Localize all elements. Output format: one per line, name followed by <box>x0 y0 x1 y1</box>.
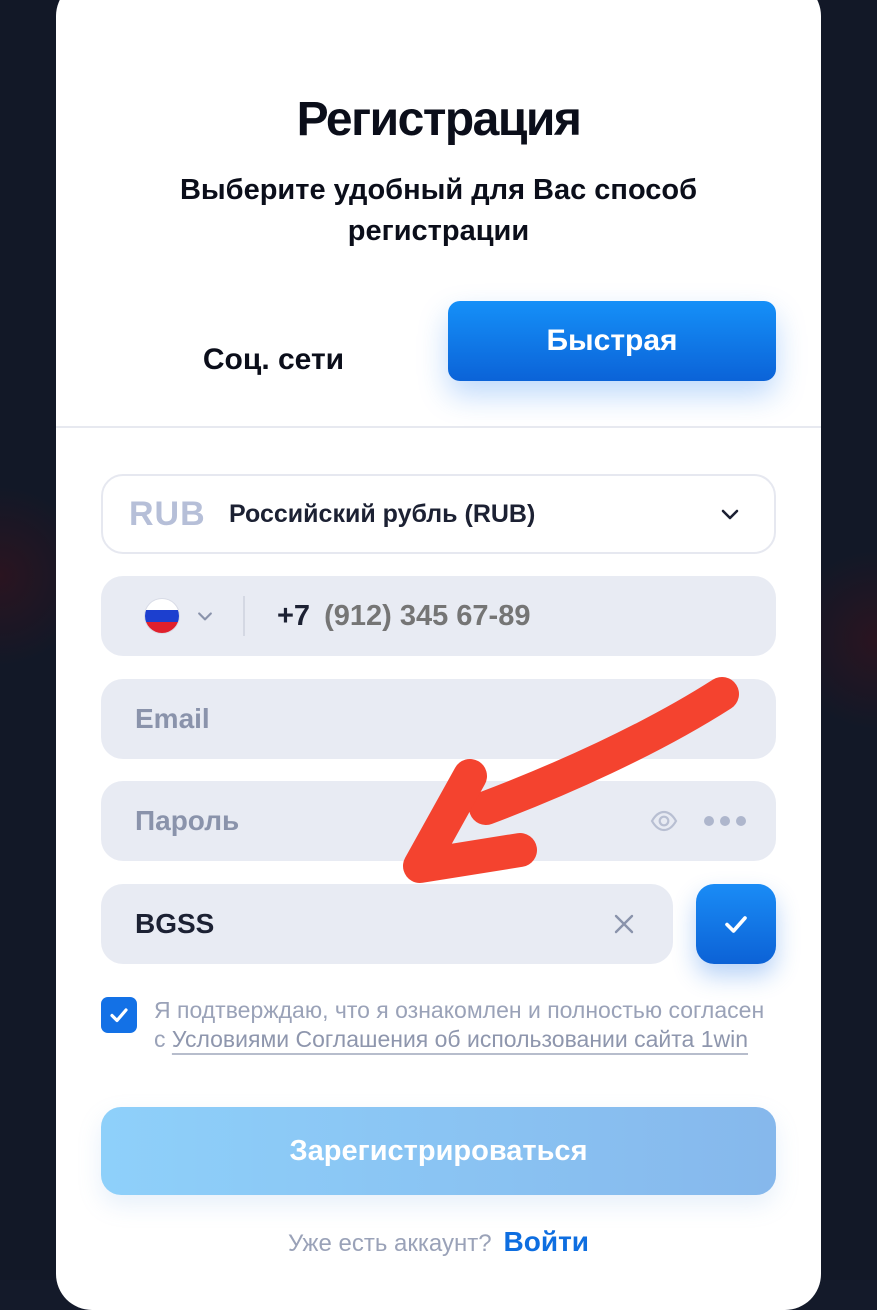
more-icon[interactable] <box>704 816 746 826</box>
chevron-down-icon <box>721 509 739 520</box>
page-subtitle: Выберите удобный для Вас способ регистра… <box>179 174 698 247</box>
tab-social[interactable]: Соц. сети <box>176 321 371 399</box>
promo-apply-button[interactable] <box>696 884 776 964</box>
checkbox-check-icon <box>110 1008 128 1023</box>
register-button[interactable]: Зарегистрироваться <box>101 1107 776 1195</box>
page-title: Регистрация <box>296 93 582 146</box>
checkmark-icon <box>725 916 747 933</box>
promo-code-field[interactable]: BGSS <box>101 884 673 964</box>
promo-code-value: BGSS <box>135 908 215 939</box>
agreement-checkbox[interactable] <box>101 997 137 1033</box>
email-field[interactable]: Email <box>101 679 776 759</box>
login-link[interactable]: Войти <box>504 1226 589 1258</box>
country-chevron-down-icon[interactable] <box>195 606 215 626</box>
tab-fast[interactable]: Быстрая <box>448 301 776 381</box>
phone-country-code: +7 <box>277 599 311 632</box>
terms-link[interactable]: Условиями Соглашения об использовании са… <box>172 1026 748 1052</box>
eye-icon[interactable] <box>650 807 678 835</box>
divider <box>56 426 821 428</box>
close-icon[interactable] <box>611 911 637 937</box>
russia-flag-icon[interactable] <box>145 599 179 633</box>
email-placeholder: Email <box>135 703 210 734</box>
currency-select[interactable]: RUB Российский рубль (RUB) <box>101 474 776 554</box>
phone-field: +7 <box>101 576 776 656</box>
password-field[interactable]: Пароль <box>101 781 776 861</box>
currency-code: RUB <box>129 494 206 533</box>
phone-separator <box>243 596 245 636</box>
registration-modal: Регистрация Выберите удобный для Вас спо… <box>56 0 821 1310</box>
phone-input[interactable] <box>322 598 647 634</box>
footer: Уже есть аккаунт? Войти <box>56 1226 821 1258</box>
password-placeholder: Пароль <box>135 805 240 836</box>
footer-question: Уже есть аккаунт? <box>287 1230 492 1257</box>
agreement-text: Я подтверждаю, что я ознакомлен и полнос… <box>154 996 774 1054</box>
currency-name: Российский рубль (RUB) <box>229 499 536 528</box>
